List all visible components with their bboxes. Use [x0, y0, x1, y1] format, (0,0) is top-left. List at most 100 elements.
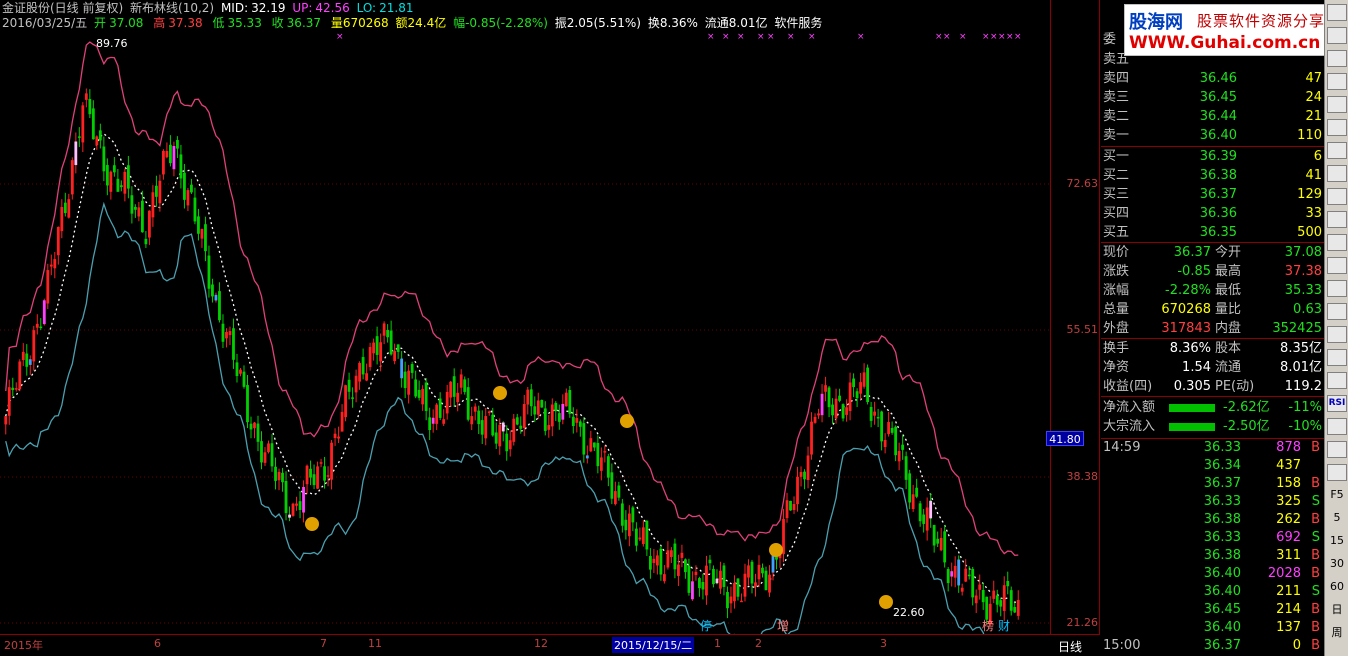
- stat-value: 317843: [1161, 321, 1211, 336]
- toolbar-button[interactable]: RSI: [1327, 395, 1347, 412]
- candle-body: [729, 596, 733, 604]
- event-flag: 财: [998, 619, 1010, 633]
- stat-label: 最低: [1215, 283, 1242, 298]
- candle-body: [81, 105, 85, 143]
- candle-body: [796, 476, 799, 505]
- candle-body: [393, 351, 397, 362]
- candle-body: [915, 487, 919, 497]
- mid-value: 32.19: [251, 1, 286, 15]
- candle-body: [214, 294, 218, 301]
- candle-body: [533, 406, 537, 415]
- ask-row[interactable]: 卖三 36.45 24: [1101, 88, 1324, 107]
- tick-price: 36.34: [1203, 458, 1241, 473]
- candle-body: [911, 494, 915, 509]
- toolbar-button[interactable]: F5: [1327, 487, 1347, 504]
- candle-body: [918, 503, 922, 522]
- candle-body: [960, 587, 964, 592]
- toolbar-button[interactable]: 周: [1327, 625, 1347, 642]
- toolbar-button[interactable]: [1327, 142, 1347, 159]
- candle-body: [277, 471, 281, 481]
- stat-label: 量比: [1215, 302, 1242, 317]
- toolbar-button[interactable]: [1327, 188, 1347, 205]
- toolbar-button[interactable]: [1327, 257, 1347, 274]
- bid-row[interactable]: 买二 36.38 41: [1101, 166, 1324, 185]
- stat-row: 现价 36.37 今开 37.08: [1101, 243, 1324, 262]
- toolbar-button[interactable]: [1327, 73, 1347, 90]
- toolbar-button[interactable]: [1327, 165, 1347, 182]
- candle-body: [445, 391, 449, 414]
- candle-body: [95, 136, 99, 146]
- toolbar-button[interactable]: [1327, 211, 1347, 228]
- ask-row[interactable]: 卖一 36.40 110: [1101, 126, 1324, 145]
- candle-body: [407, 370, 411, 395]
- toolbar-button[interactable]: [1327, 234, 1347, 251]
- tick-row: 36.40 211 S: [1101, 583, 1324, 601]
- toolbar-button[interactable]: 日: [1327, 602, 1347, 619]
- tick-row: 36.45 214 B: [1101, 601, 1324, 619]
- candle-body: [123, 171, 127, 194]
- kline-chart-canvas[interactable]: 89.7622.60× × × × × × × × × × × × × × × × ×停增榜财: [0, 0, 1050, 634]
- period-selector[interactable]: 日线: [1058, 638, 1082, 655]
- candle-body: [606, 456, 610, 478]
- event-flag: 停: [700, 618, 712, 633]
- candle-body: [165, 150, 169, 158]
- candle-body: [459, 374, 463, 388]
- candle-body: [666, 550, 670, 568]
- candle-body: [386, 329, 390, 338]
- bid-row[interactable]: 买三 36.37 129: [1101, 185, 1324, 204]
- ask-row[interactable]: 卖四 36.46 47: [1101, 69, 1324, 88]
- tick-price: 36.33: [1203, 494, 1241, 509]
- toolbar-button[interactable]: [1327, 464, 1347, 481]
- candle-body: [648, 556, 652, 570]
- bid-label: 买四: [1103, 206, 1130, 221]
- tick-direction: B: [1311, 620, 1320, 635]
- toolbar-button[interactable]: [1327, 280, 1347, 297]
- bid-row[interactable]: 买四 36.36 33: [1101, 204, 1324, 223]
- bid-price: 36.35: [1199, 225, 1237, 240]
- turnover: 换8.36%: [647, 16, 698, 30]
- candle-body: [39, 326, 43, 329]
- tick-volume: 137: [1276, 620, 1301, 635]
- candle-body: [116, 178, 120, 192]
- toolbar-button[interactable]: [1327, 27, 1347, 44]
- toolbar-button[interactable]: [1327, 349, 1347, 366]
- candle-body: [526, 389, 530, 405]
- stat-label: 内盘: [1215, 321, 1242, 336]
- candle-body: [316, 466, 319, 489]
- toolbar-button[interactable]: [1327, 303, 1347, 320]
- toolbar-button[interactable]: [1327, 50, 1347, 67]
- toolbar-button[interactable]: [1327, 418, 1347, 435]
- toolbar-button[interactable]: [1327, 96, 1347, 113]
- tick-row: 36.37 158 B: [1101, 475, 1324, 493]
- candle-body: [585, 455, 589, 459]
- toolbar-button[interactable]: 15: [1327, 533, 1347, 550]
- toolbar-button[interactable]: [1327, 326, 1347, 343]
- candle-body: [691, 581, 694, 600]
- toolbar-button[interactable]: 5: [1327, 510, 1347, 527]
- toolbar-button[interactable]: [1327, 4, 1347, 21]
- kline-chart[interactable]: 89.76 22.60 × × × × × × × × × × × × × × × × × 停增榜财 金证股份(日线 …: [0, 0, 1100, 634]
- bid-row[interactable]: 买一 36.39 6: [1101, 147, 1324, 166]
- candle-body: [708, 559, 712, 564]
- toolbar-button[interactable]: [1327, 119, 1347, 136]
- ask-row[interactable]: 卖二 36.44 21: [1101, 107, 1324, 126]
- toolbar-button[interactable]: [1327, 372, 1347, 389]
- ask-label: 卖二: [1103, 109, 1130, 124]
- candle-body: [49, 264, 53, 267]
- candle-body: [564, 392, 568, 407]
- candle-body: [519, 425, 523, 429]
- tick-direction: S: [1311, 530, 1320, 545]
- toolbar-button[interactable]: 60: [1327, 579, 1347, 596]
- toolbar-button[interactable]: [1327, 441, 1347, 458]
- tick-volume: 878: [1276, 440, 1301, 455]
- candle-body: [568, 390, 572, 414]
- candle-body: [803, 471, 806, 480]
- stat-label: 最高: [1215, 264, 1242, 279]
- fundamental-label: 换手: [1103, 341, 1130, 356]
- bid-row[interactable]: 买五 36.35 500: [1101, 223, 1324, 242]
- candle-body: [712, 568, 715, 585]
- toolbar-button[interactable]: 30: [1327, 556, 1347, 573]
- stat-label: 总量: [1103, 302, 1130, 317]
- candle-body: [575, 418, 579, 423]
- candle-body: [508, 440, 512, 450]
